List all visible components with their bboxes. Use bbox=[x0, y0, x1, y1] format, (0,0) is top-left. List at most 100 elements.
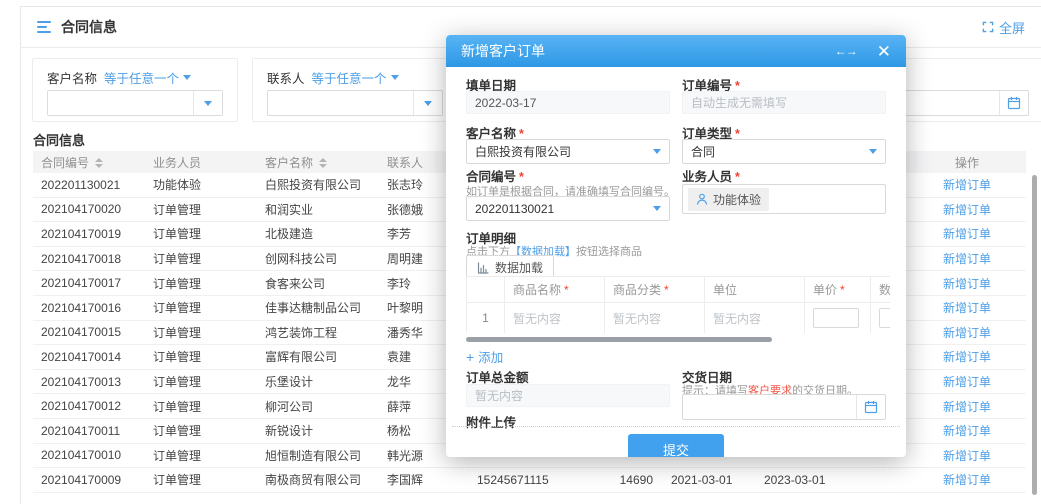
item-index: 1 bbox=[467, 303, 505, 334]
table-cell: 鸿艺装饰工程 bbox=[257, 320, 379, 345]
new-order-modal: 新增客户订单 ←→ ✕ 填单日期 2022-03-17 订单编号* 自动生成无需… bbox=[446, 35, 906, 457]
chevron-down-icon bbox=[391, 75, 399, 80]
table-cell: 订单管理 bbox=[145, 394, 257, 419]
new-order-link[interactable]: 新增订单 bbox=[943, 375, 991, 389]
item-row: 1 暂无内容 暂无内容 暂无内容 bbox=[467, 303, 891, 334]
new-order-link[interactable]: 新增订单 bbox=[943, 301, 991, 315]
new-order-link[interactable]: 新增订单 bbox=[943, 227, 991, 241]
column-header-customer[interactable]: 客户名称 bbox=[257, 151, 379, 173]
calendar-icon bbox=[1007, 96, 1021, 110]
filter-select-button[interactable] bbox=[413, 91, 442, 115]
expand-horizontal-icon[interactable]: ←→ bbox=[835, 44, 857, 58]
action-cell: 新增订单 bbox=[908, 468, 1026, 493]
submit-button[interactable]: 提交 bbox=[628, 434, 724, 457]
modal-header[interactable]: 新增客户订单 ←→ ✕ bbox=[446, 35, 906, 67]
staff-label: 业务人员* bbox=[682, 166, 740, 185]
page-title: 合同信息 bbox=[61, 17, 117, 37]
delivery-date-picker-button[interactable] bbox=[856, 395, 885, 419]
action-cell: 新增订单 bbox=[908, 394, 1026, 419]
new-order-link[interactable]: 新增订单 bbox=[943, 350, 991, 364]
table-cell: 202104170014 bbox=[33, 345, 145, 370]
filter-operator-dropdown[interactable]: 等于任意一个 bbox=[312, 68, 399, 87]
table-cell: 和润实业 bbox=[257, 197, 379, 222]
chevron-down-icon bbox=[424, 101, 432, 106]
sort-icon[interactable] bbox=[319, 158, 327, 168]
table-cell: 14690 bbox=[570, 468, 663, 493]
fullscreen-button[interactable]: 全屏 bbox=[982, 18, 1025, 37]
total-amount-field: 暂无内容 bbox=[466, 384, 670, 407]
table-cell: 订单管理 bbox=[145, 320, 257, 345]
action-cell: 新增订单 bbox=[908, 345, 1026, 370]
table-cell: 食客来公司 bbox=[257, 271, 379, 296]
table-cell: 订单管理 bbox=[145, 246, 257, 271]
customer-select[interactable]: 白熙投资有限公司 bbox=[466, 139, 670, 164]
table-cell: 李国辉 bbox=[379, 468, 469, 493]
table-cell: 202201130021 bbox=[33, 173, 145, 197]
required-mark: * bbox=[735, 170, 740, 184]
table-vertical-scrollbar[interactable] bbox=[1032, 175, 1037, 495]
items-horizontal-scrollbar[interactable] bbox=[466, 337, 772, 342]
action-cell: 新增订单 bbox=[908, 222, 1026, 247]
quantity-input[interactable] bbox=[879, 308, 890, 328]
new-order-link[interactable]: 新增订单 bbox=[943, 203, 991, 217]
table-cell: 202104170020 bbox=[33, 197, 145, 222]
new-order-link[interactable]: 新增订单 bbox=[943, 449, 991, 463]
sort-icon[interactable] bbox=[95, 158, 103, 168]
staff-chip[interactable]: 功能体验 bbox=[688, 188, 769, 211]
new-order-link[interactable]: 新增订单 bbox=[943, 326, 991, 340]
table-cell: 新锐设计 bbox=[257, 418, 379, 443]
table-cell: 202104170010 bbox=[33, 443, 145, 468]
new-order-link[interactable]: 新增订单 bbox=[943, 277, 991, 291]
chevron-down-icon bbox=[653, 206, 661, 211]
calendar-icon bbox=[864, 400, 878, 414]
new-order-link[interactable]: 新增订单 bbox=[943, 400, 991, 414]
column-header-staff: 业务人员 bbox=[145, 151, 257, 173]
filter-select-button[interactable] bbox=[193, 91, 222, 115]
price-input[interactable] bbox=[813, 308, 859, 328]
filter-contact: 联系人 等于任意一个 bbox=[252, 58, 458, 122]
item-category-cell[interactable]: 暂无内容 bbox=[605, 303, 705, 334]
table-cell: 202104170009 bbox=[33, 468, 145, 493]
modal-title: 新增客户订单 bbox=[461, 41, 545, 61]
table-cell: 创网科技公司 bbox=[257, 246, 379, 271]
order-no-field: 自动生成无需填写 bbox=[682, 91, 886, 114]
order-type-select[interactable]: 合同 bbox=[682, 139, 886, 164]
table-section-title: 合同信息 bbox=[33, 130, 85, 149]
table-cell: 订单管理 bbox=[145, 345, 257, 370]
chevron-down-icon bbox=[204, 101, 212, 106]
column-header-contract-no[interactable]: 合同编号 bbox=[33, 151, 145, 173]
table-cell: 南极商贸有限公司 bbox=[257, 468, 379, 493]
table-cell: 2021-03-01 bbox=[663, 468, 756, 493]
delivery-date-input[interactable] bbox=[683, 395, 856, 419]
table-cell: 旭恒制造有限公司 bbox=[257, 443, 379, 468]
contract-no-select[interactable]: 202201130021 bbox=[466, 196, 670, 221]
table-cell: 202104170017 bbox=[33, 271, 145, 296]
column-header-action: 操作 bbox=[908, 151, 1026, 173]
table-cell: 202104170013 bbox=[33, 369, 145, 394]
new-order-link[interactable]: 新增订单 bbox=[943, 473, 991, 487]
chevron-down-icon bbox=[183, 75, 191, 80]
item-unit-cell[interactable]: 暂无内容 bbox=[705, 303, 805, 334]
item-name-cell[interactable]: 暂无内容 bbox=[505, 303, 605, 334]
new-order-link[interactable]: 新增订单 bbox=[943, 252, 991, 266]
table-cell: 202104170011 bbox=[33, 418, 145, 443]
action-cell: 新增订单 bbox=[908, 418, 1026, 443]
action-cell: 新增订单 bbox=[908, 246, 1026, 271]
staff-field[interactable]: 功能体验 bbox=[682, 184, 886, 214]
delivery-date-field bbox=[682, 394, 886, 420]
filter-label: 客户名称 bbox=[47, 68, 97, 87]
new-order-link[interactable]: 新增订单 bbox=[943, 424, 991, 438]
item-price-cell bbox=[805, 303, 871, 334]
list-menu-icon[interactable] bbox=[37, 21, 51, 33]
date-picker-button[interactable] bbox=[999, 91, 1028, 115]
required-mark: * bbox=[519, 170, 524, 184]
required-mark: * bbox=[564, 283, 569, 297]
close-icon[interactable]: ✕ bbox=[877, 43, 891, 60]
filter-operator-dropdown[interactable]: 等于任意一个 bbox=[104, 68, 191, 87]
table-cell: 订单管理 bbox=[145, 418, 257, 443]
add-item-link[interactable]: +添加 bbox=[466, 347, 503, 366]
chevron-down-icon bbox=[653, 149, 661, 154]
new-order-link[interactable]: 新增订单 bbox=[943, 178, 991, 192]
customer-name-filter-input[interactable] bbox=[48, 91, 193, 115]
contact-filter-input[interactable] bbox=[268, 91, 413, 115]
